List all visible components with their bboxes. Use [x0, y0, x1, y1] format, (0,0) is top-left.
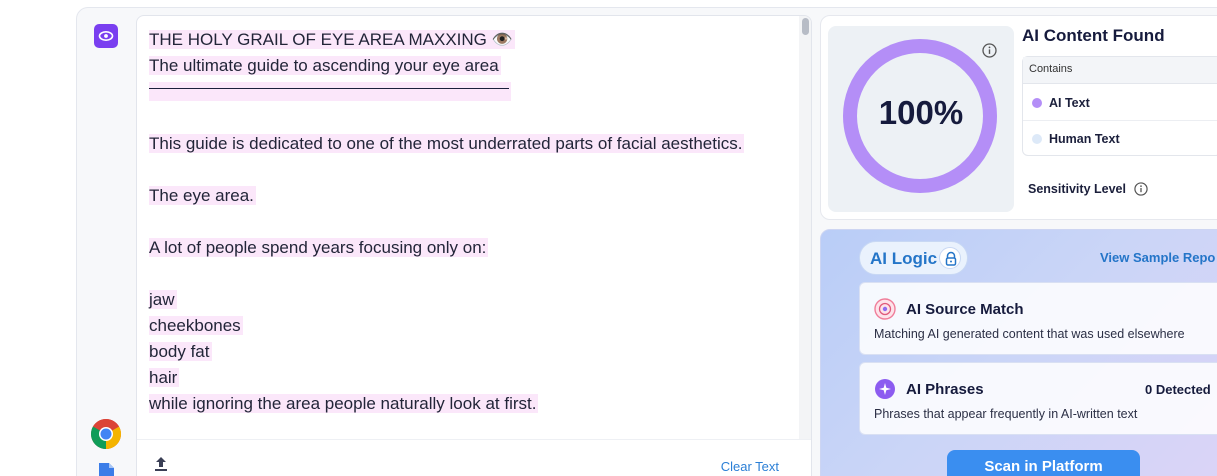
ai-percentage: 100%: [878, 94, 964, 131]
scrollbar-thumb[interactable]: [802, 18, 809, 35]
feature-description: Phrases that appear frequently in AI-wri…: [874, 407, 1138, 421]
editor-line-text: The eye area.: [149, 186, 256, 205]
contains-row-ai: AI Text: [1023, 85, 1217, 121]
editor-line: jaw: [149, 287, 789, 313]
chrome-icon[interactable]: [90, 418, 122, 450]
feature-ai-source-match[interactable]: AI Source Match Matching AI generated co…: [859, 282, 1217, 355]
lock-icon: [939, 247, 961, 269]
document-icon[interactable]: [96, 460, 117, 476]
editor-line-text: cheekbones: [149, 316, 243, 335]
scan-in-platform-button[interactable]: Scan in Platform: [947, 450, 1140, 476]
editor-line: The ultimate guide to ascending your eye…: [149, 53, 789, 79]
editor-line: This guide is dedicated to one of the mo…: [149, 131, 789, 157]
editor-line-text: hair: [149, 368, 180, 387]
contains-row-label: Human Text: [1049, 132, 1120, 146]
editor-line-text: while ignoring the area people naturally…: [149, 394, 539, 413]
editor-content[interactable]: THE HOLY GRAIL OF EYE AREA MAXXING 👁️ The…: [149, 27, 789, 417]
editor-line-text: This guide is dedicated to one of the mo…: [149, 134, 745, 153]
text-editor[interactable]: THE HOLY GRAIL OF EYE AREA MAXXING 👁️ The…: [136, 15, 812, 476]
editor-line: body fat: [149, 339, 789, 365]
result-title: AI Content Found: [1022, 26, 1165, 45]
human-text-dot-icon: [1032, 134, 1042, 144]
editor-line: THE HOLY GRAIL OF EYE AREA MAXXING 👁️: [149, 27, 789, 53]
source-match-icon: [874, 298, 896, 320]
clear-text-button[interactable]: Clear Text: [721, 459, 779, 474]
ai-logic-label: AI Logic: [870, 249, 938, 268]
editor-footer: Clear Text: [137, 439, 811, 476]
feature-title: AI Phrases: [906, 381, 984, 398]
editor-line: while ignoring the area people naturally…: [149, 391, 789, 417]
contains-row-human: Human Text: [1023, 121, 1217, 157]
editor-line: hair: [149, 365, 789, 391]
ai-text-dot-icon: [1032, 98, 1042, 108]
editor-line-text: A lot of people spend years focusing onl…: [149, 238, 489, 257]
sensitivity-label: Sensitivity Level: [1028, 182, 1126, 196]
feature-description: Matching AI generated content that was u…: [874, 327, 1185, 341]
sparkle-icon: [874, 378, 896, 400]
horizontal-rule: [149, 82, 511, 101]
editor-line-text: jaw: [149, 290, 177, 309]
upload-icon[interactable]: [153, 456, 169, 472]
feature-title: AI Source Match: [906, 301, 1024, 318]
sensitivity-info-icon[interactable]: [1134, 182, 1148, 196]
editor-line-text: The ultimate guide to ascending your eye…: [149, 56, 501, 75]
ai-logic-pill: AI Logic: [859, 241, 968, 275]
view-sample-report-link[interactable]: View Sample Repo: [1100, 250, 1215, 265]
editor-line: cheekbones: [149, 313, 789, 339]
eye-glyph: [98, 31, 114, 41]
contains-table: Contains AI Text Human Text: [1022, 56, 1217, 156]
contains-header: Contains: [1023, 57, 1217, 84]
eye-icon[interactable]: [94, 24, 118, 48]
editor-line-text: THE HOLY GRAIL OF EYE AREA MAXXING 👁️: [149, 30, 515, 49]
editor-line-text: body fat: [149, 342, 212, 361]
editor-line: [149, 79, 789, 105]
editor-line: A lot of people spend years focusing onl…: [149, 235, 789, 261]
info-icon[interactable]: [982, 43, 997, 58]
editor-line: The eye area.: [149, 183, 789, 209]
contains-row-label: AI Text: [1049, 96, 1090, 110]
editor-scrollbar[interactable]: [799, 16, 811, 441]
detected-count-badge: 0 Detected: [1145, 382, 1211, 397]
feature-ai-phrases[interactable]: AI Phrases 0 Detected Phrases that appea…: [859, 362, 1217, 435]
